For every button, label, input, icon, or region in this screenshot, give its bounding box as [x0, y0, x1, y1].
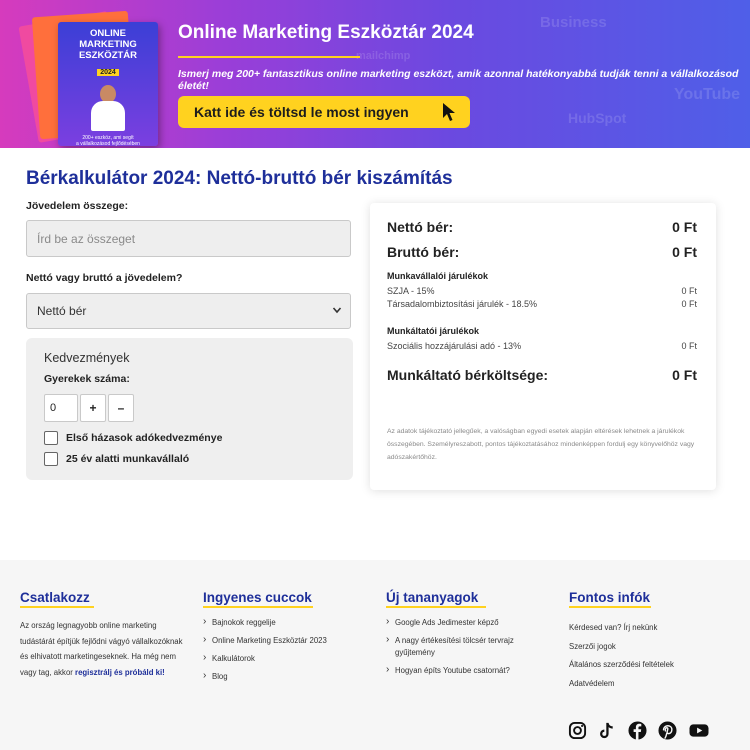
employer-contrib-section: Munkáltatói járulékok — [387, 326, 697, 336]
under25-checkbox[interactable] — [44, 452, 58, 466]
first-marriage-label: Első házasok adókedvezménye — [66, 432, 223, 444]
footer-link[interactable]: Online Marketing Eszköztár 2023 — [203, 634, 373, 647]
cta-label: Katt ide és töltsd le most ingyen — [194, 104, 409, 120]
footer-link[interactable]: Szerzői jogok — [569, 641, 739, 653]
footer-link[interactable]: Adatvédelem — [569, 678, 739, 690]
employer-cost-label: Munkáltató bérköltsége: — [387, 367, 549, 383]
footer-link[interactable]: Általános szerződési feltételek — [569, 659, 739, 671]
szja-row: SZJA - 15% 0 Ft — [387, 286, 697, 296]
background-logo-business: Business — [540, 14, 607, 31]
footer-heading-underline — [20, 606, 94, 608]
szocho-value: 0 Ft — [681, 341, 697, 351]
footer-heading-courses: Új tananyagok — [386, 590, 479, 605]
employer-cost-row: Munkáltató bérköltsége: 0 Ft — [387, 367, 697, 383]
gross-salary-value: 0 Ft — [672, 244, 697, 260]
employer-cost-value: 0 Ft — [672, 367, 697, 383]
facebook-icon[interactable] — [628, 721, 647, 740]
register-link[interactable]: regisztrálj és próbáld ki! — [75, 668, 165, 677]
employer-contrib-heading: Munkáltatói járulékok — [387, 326, 480, 336]
salary-type-selected: Nettó bér — [37, 304, 87, 318]
background-logo-hubspot: HubSpot — [568, 110, 627, 126]
salary-type-select[interactable]: Nettó bér — [26, 293, 351, 329]
szocho-label: Szociális hozzájárulási adó - 13% — [387, 341, 522, 351]
szja-label: SZJA - 15% — [387, 286, 435, 296]
net-salary-label: Nettó bér: — [387, 219, 454, 235]
footer-courses-list: Google Ads Jedimester képző A nagy érték… — [386, 616, 536, 677]
footer-link[interactable]: Blog — [203, 670, 373, 683]
footer-link[interactable]: Google Ads Jedimester képző — [386, 616, 536, 629]
youtube-icon[interactable] — [688, 721, 710, 740]
footer-link[interactable]: Bajnokok reggelije — [203, 616, 373, 629]
szocho-row: Szociális hozzájárulási adó - 13% 0 Ft — [387, 341, 697, 351]
footer-heading-underline — [569, 606, 651, 608]
gross-salary-row: Bruttó bér: 0 Ft — [387, 244, 697, 260]
tiktok-icon[interactable] — [597, 721, 616, 740]
employee-contrib-heading: Munkavállalói járulékok — [387, 271, 489, 281]
footer-link[interactable]: Hogyan építs Youtube csatornát? — [386, 664, 536, 677]
kids-increment-button[interactable]: + — [80, 394, 106, 422]
gross-salary-label: Bruttó bér: — [387, 244, 460, 260]
footer-col-join: Csatlakozz Az ország legnagyobb online m… — [20, 590, 184, 680]
tb-row: Társadalombiztosítási járulék - 18.5% 0 … — [387, 299, 697, 309]
footer-col-free: Ingyenes cuccok Bajnokok reggelije Onlin… — [203, 590, 373, 689]
footer-heading-join: Csatlakozz — [20, 590, 90, 605]
under25-label: 25 év alatti munkavállaló — [66, 453, 190, 465]
kids-count-input[interactable]: 0 — [44, 394, 78, 422]
net-salary-value: 0 Ft — [672, 219, 697, 235]
ebook-year: 2024 — [97, 69, 119, 76]
employee-contrib-section: Munkavállalói járulékok — [387, 271, 697, 281]
pinterest-icon[interactable] — [658, 721, 677, 740]
footer-free-list: Bajnokok reggelije Online Marketing Eszk… — [203, 616, 373, 683]
footer-link[interactable]: Kalkulátorok — [203, 652, 373, 665]
footer-join-text: Az ország legnagyobb online marketing tu… — [20, 618, 184, 680]
kids-decrement-button[interactable]: – — [108, 394, 134, 422]
ebook-title: ONLINE MARKETING ESZKÖZTÁR — [78, 28, 138, 61]
promo-banner[interactable]: Business YouTube HubSpot mailchimp ONLIN… — [0, 0, 750, 148]
disclaimer-text: Az adatok tájékoztató jellegűek, a valós… — [387, 428, 695, 461]
footer-link[interactable]: Kérdesed van? Írj nekünk — [569, 622, 739, 634]
chevron-down-icon — [332, 307, 342, 314]
banner-title-underline — [178, 56, 360, 58]
background-logo-mailchimp: mailchimp — [356, 50, 411, 62]
footer-link[interactable]: A nagy értékesítési tölcsér tervrajz gyű… — [386, 634, 536, 659]
footer-heading-free: Ingyenes cuccok — [203, 590, 312, 605]
footer-col-courses: Új tananyagok Google Ads Jedimester képz… — [386, 590, 536, 683]
first-marriage-checkbox[interactable] — [44, 431, 58, 445]
footer-info-list: Kérdesed van? Írj nekünk Szerzői jogok Á… — [569, 622, 739, 690]
under25-row[interactable]: 25 év alatti munkavállaló — [44, 452, 189, 466]
person-photo — [85, 85, 131, 131]
salary-type-label: Nettó vagy bruttó a jövedelem? — [26, 272, 183, 284]
footer-col-info: Fontos infók Kérdesed van? Írj nekünk Sz… — [569, 590, 739, 696]
result-card: Nettó bér: 0 Ft Bruttó bér: 0 Ft Munkavá… — [370, 203, 716, 490]
ebook-cover-image: ONLINE MARKETING ESZKÖZTÁR 2024 200+ esz… — [18, 8, 158, 147]
income-input[interactable] — [26, 220, 351, 257]
ebook-subtitle: 200+ eszköz, ami segít a vállalkozásod f… — [76, 135, 140, 147]
net-salary-row: Nettó bér: 0 Ft — [387, 219, 697, 235]
footer: Csatlakozz Az ország legnagyobb online m… — [0, 560, 750, 750]
footer-heading-info: Fontos infók — [569, 590, 650, 605]
instagram-icon[interactable] — [568, 721, 587, 740]
cursor-icon — [443, 103, 455, 121]
footer-heading-underline — [386, 606, 486, 608]
banner-subtitle: Ismerj meg 200+ fantasztikus online mark… — [178, 68, 739, 92]
footer-heading-underline — [203, 606, 313, 608]
benefits-title: Kedvezmények — [44, 351, 130, 365]
benefits-panel: Kedvezmények Gyerekek száma: 0 + – Első … — [26, 338, 353, 480]
kids-count-label: Gyerekek száma: — [44, 373, 130, 385]
page-title: Bérkalkulátor 2024: Nettó-bruttó bér kis… — [26, 168, 453, 189]
banner-title: Online Marketing Eszköztár 2024 — [178, 22, 474, 43]
income-label: Jövedelem összege: — [26, 200, 129, 212]
download-cta-button[interactable]: Katt ide és töltsd le most ingyen — [178, 96, 470, 128]
tb-value: 0 Ft — [681, 299, 697, 309]
tb-label: Társadalombiztosítási járulék - 18.5% — [387, 299, 538, 309]
szja-value: 0 Ft — [681, 286, 697, 296]
first-marriage-row[interactable]: Első házasok adókedvezménye — [44, 431, 222, 445]
